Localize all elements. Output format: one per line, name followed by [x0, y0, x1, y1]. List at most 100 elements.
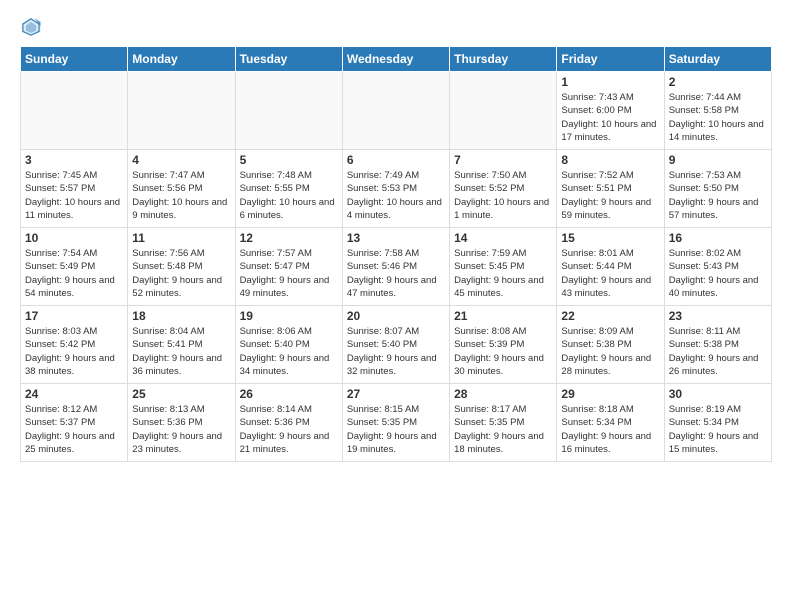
weekday-header: Saturday: [664, 47, 771, 72]
weekday-header: Monday: [128, 47, 235, 72]
day-info: Sunrise: 8:18 AMSunset: 5:34 PMDaylight:…: [561, 403, 659, 456]
calendar-cell: [21, 72, 128, 150]
day-number: 4: [132, 153, 230, 167]
day-info: Sunrise: 7:43 AMSunset: 6:00 PMDaylight:…: [561, 91, 659, 144]
page: SundayMondayTuesdayWednesdayThursdayFrid…: [0, 0, 792, 472]
weekday-header-row: SundayMondayTuesdayWednesdayThursdayFrid…: [21, 47, 772, 72]
day-info: Sunrise: 8:11 AMSunset: 5:38 PMDaylight:…: [669, 325, 767, 378]
day-number: 17: [25, 309, 123, 323]
calendar-cell: 19Sunrise: 8:06 AMSunset: 5:40 PMDayligh…: [235, 306, 342, 384]
day-info: Sunrise: 8:15 AMSunset: 5:35 PMDaylight:…: [347, 403, 445, 456]
calendar-cell: 12Sunrise: 7:57 AMSunset: 5:47 PMDayligh…: [235, 228, 342, 306]
calendar-cell: 1 Sunrise: 7:43 AMSunset: 6:00 PMDaylight…: [557, 72, 664, 150]
calendar-cell: 9 Sunrise: 7:53 AMSunset: 5:50 PMDaylight…: [664, 150, 771, 228]
day-info: Sunrise: 8:02 AMSunset: 5:43 PMDaylight:…: [669, 247, 767, 300]
day-number: 7: [454, 153, 552, 167]
day-info: Sunrise: 7:54 AMSunset: 5:49 PMDaylight:…: [25, 247, 123, 300]
calendar-cell: [342, 72, 449, 150]
day-number: 20: [347, 309, 445, 323]
day-number: 3: [25, 153, 123, 167]
calendar-cell: 16 Sunrise: 8:02 AMSunset: 5:43 PMDayligh…: [664, 228, 771, 306]
day-number: 25: [132, 387, 230, 401]
calendar-cell: 18 Sunrise: 8:04 AMSunset: 5:41 PMDayligh…: [128, 306, 235, 384]
day-info: Sunrise: 7:56 AMSunset: 5:48 PMDaylight:…: [132, 247, 230, 300]
calendar-cell: [450, 72, 557, 150]
day-number: 15: [561, 231, 659, 245]
day-number: 13: [347, 231, 445, 245]
day-info: Sunrise: 8:19 AMSunset: 5:34 PMDaylight:…: [669, 403, 767, 456]
calendar-cell: 28 Sunrise: 8:17 AMSunset: 5:35 PMDayligh…: [450, 384, 557, 462]
day-info: Sunrise: 7:50 AMSunset: 5:52 PMDaylight:…: [454, 169, 552, 222]
calendar: SundayMondayTuesdayWednesdayThursdayFrid…: [20, 46, 772, 462]
day-info: Sunrise: 8:13 AMSunset: 5:36 PMDaylight:…: [132, 403, 230, 456]
day-info: Sunrise: 7:58 AMSunset: 5:46 PMDaylight:…: [347, 247, 445, 300]
day-number: 8: [561, 153, 659, 167]
day-number: 29: [561, 387, 659, 401]
logo-icon: [20, 16, 42, 38]
calendar-cell: 13 Sunrise: 7:58 AMSunset: 5:46 PMDayligh…: [342, 228, 449, 306]
day-number: 5: [240, 153, 338, 167]
calendar-cell: [128, 72, 235, 150]
day-info: Sunrise: 7:49 AMSunset: 5:53 PMDaylight:…: [347, 169, 445, 222]
day-number: 21: [454, 309, 552, 323]
calendar-week-row: 3 Sunrise: 7:45 AMSunset: 5:57 PMDaylight…: [21, 150, 772, 228]
day-info: Sunrise: 7:47 AMSunset: 5:56 PMDaylight:…: [132, 169, 230, 222]
calendar-cell: 30 Sunrise: 8:19 AMSunset: 5:34 PMDayligh…: [664, 384, 771, 462]
calendar-cell: 14 Sunrise: 7:59 AMSunset: 5:45 PMDayligh…: [450, 228, 557, 306]
day-number: 9: [669, 153, 767, 167]
day-number: 26: [240, 387, 338, 401]
calendar-week-row: 17 Sunrise: 8:03 AMSunset: 5:42 PMDayligh…: [21, 306, 772, 384]
day-number: 6: [347, 153, 445, 167]
calendar-cell: 21 Sunrise: 8:08 AMSunset: 5:39 PMDayligh…: [450, 306, 557, 384]
day-info: Sunrise: 7:52 AMSunset: 5:51 PMDaylight:…: [561, 169, 659, 222]
day-number: 24: [25, 387, 123, 401]
calendar-cell: 24 Sunrise: 8:12 AMSunset: 5:37 PMDayligh…: [21, 384, 128, 462]
weekday-header: Tuesday: [235, 47, 342, 72]
calendar-cell: 5 Sunrise: 7:48 AMSunset: 5:55 PMDaylight…: [235, 150, 342, 228]
calendar-cell: 17 Sunrise: 8:03 AMSunset: 5:42 PMDayligh…: [21, 306, 128, 384]
header: [20, 16, 772, 38]
calendar-cell: 26 Sunrise: 8:14 AMSunset: 5:36 PMDayligh…: [235, 384, 342, 462]
calendar-cell: [235, 72, 342, 150]
calendar-week-row: 1 Sunrise: 7:43 AMSunset: 6:00 PMDaylight…: [21, 72, 772, 150]
day-info: Sunrise: 8:03 AMSunset: 5:42 PMDaylight:…: [25, 325, 123, 378]
day-number: 2: [669, 75, 767, 89]
day-number: 1: [561, 75, 659, 89]
calendar-cell: 8 Sunrise: 7:52 AMSunset: 5:51 PMDaylight…: [557, 150, 664, 228]
day-info: Sunrise: 7:48 AMSunset: 5:55 PMDaylight:…: [240, 169, 338, 222]
day-number: 16: [669, 231, 767, 245]
day-number: 10: [25, 231, 123, 245]
day-number: 11: [132, 231, 230, 245]
day-info: Sunrise: 7:59 AMSunset: 5:45 PMDaylight:…: [454, 247, 552, 300]
calendar-cell: 10 Sunrise: 7:54 AMSunset: 5:49 PMDayligh…: [21, 228, 128, 306]
day-info: Sunrise: 7:57 AMSunset: 5:47 PMDaylight:…: [240, 247, 338, 300]
day-info: Sunrise: 8:12 AMSunset: 5:37 PMDaylight:…: [25, 403, 123, 456]
calendar-cell: 11 Sunrise: 7:56 AMSunset: 5:48 PMDayligh…: [128, 228, 235, 306]
day-info: Sunrise: 8:14 AMSunset: 5:36 PMDaylight:…: [240, 403, 338, 456]
day-number: 30: [669, 387, 767, 401]
day-info: Sunrise: 7:45 AMSunset: 5:57 PMDaylight:…: [25, 169, 123, 222]
calendar-cell: 15 Sunrise: 8:01 AMSunset: 5:44 PMDayligh…: [557, 228, 664, 306]
day-info: Sunrise: 8:08 AMSunset: 5:39 PMDaylight:…: [454, 325, 552, 378]
calendar-cell: 25 Sunrise: 8:13 AMSunset: 5:36 PMDayligh…: [128, 384, 235, 462]
calendar-week-row: 24 Sunrise: 8:12 AMSunset: 5:37 PMDayligh…: [21, 384, 772, 462]
calendar-cell: 20Sunrise: 8:07 AMSunset: 5:40 PMDayligh…: [342, 306, 449, 384]
day-number: 22: [561, 309, 659, 323]
calendar-cell: 23Sunrise: 8:11 AMSunset: 5:38 PMDayligh…: [664, 306, 771, 384]
day-number: 28: [454, 387, 552, 401]
weekday-header: Wednesday: [342, 47, 449, 72]
day-number: 27: [347, 387, 445, 401]
day-number: 14: [454, 231, 552, 245]
calendar-cell: 27 Sunrise: 8:15 AMSunset: 5:35 PMDayligh…: [342, 384, 449, 462]
calendar-cell: 22Sunrise: 8:09 AMSunset: 5:38 PMDayligh…: [557, 306, 664, 384]
weekday-header: Friday: [557, 47, 664, 72]
day-info: Sunrise: 7:44 AMSunset: 5:58 PMDaylight:…: [669, 91, 767, 144]
day-info: Sunrise: 8:01 AMSunset: 5:44 PMDaylight:…: [561, 247, 659, 300]
day-number: 18: [132, 309, 230, 323]
day-info: Sunrise: 8:04 AMSunset: 5:41 PMDaylight:…: [132, 325, 230, 378]
day-info: Sunrise: 8:17 AMSunset: 5:35 PMDaylight:…: [454, 403, 552, 456]
logo: [20, 16, 46, 38]
calendar-cell: 29 Sunrise: 8:18 AMSunset: 5:34 PMDayligh…: [557, 384, 664, 462]
day-info: Sunrise: 7:53 AMSunset: 5:50 PMDaylight:…: [669, 169, 767, 222]
calendar-week-row: 10 Sunrise: 7:54 AMSunset: 5:49 PMDayligh…: [21, 228, 772, 306]
